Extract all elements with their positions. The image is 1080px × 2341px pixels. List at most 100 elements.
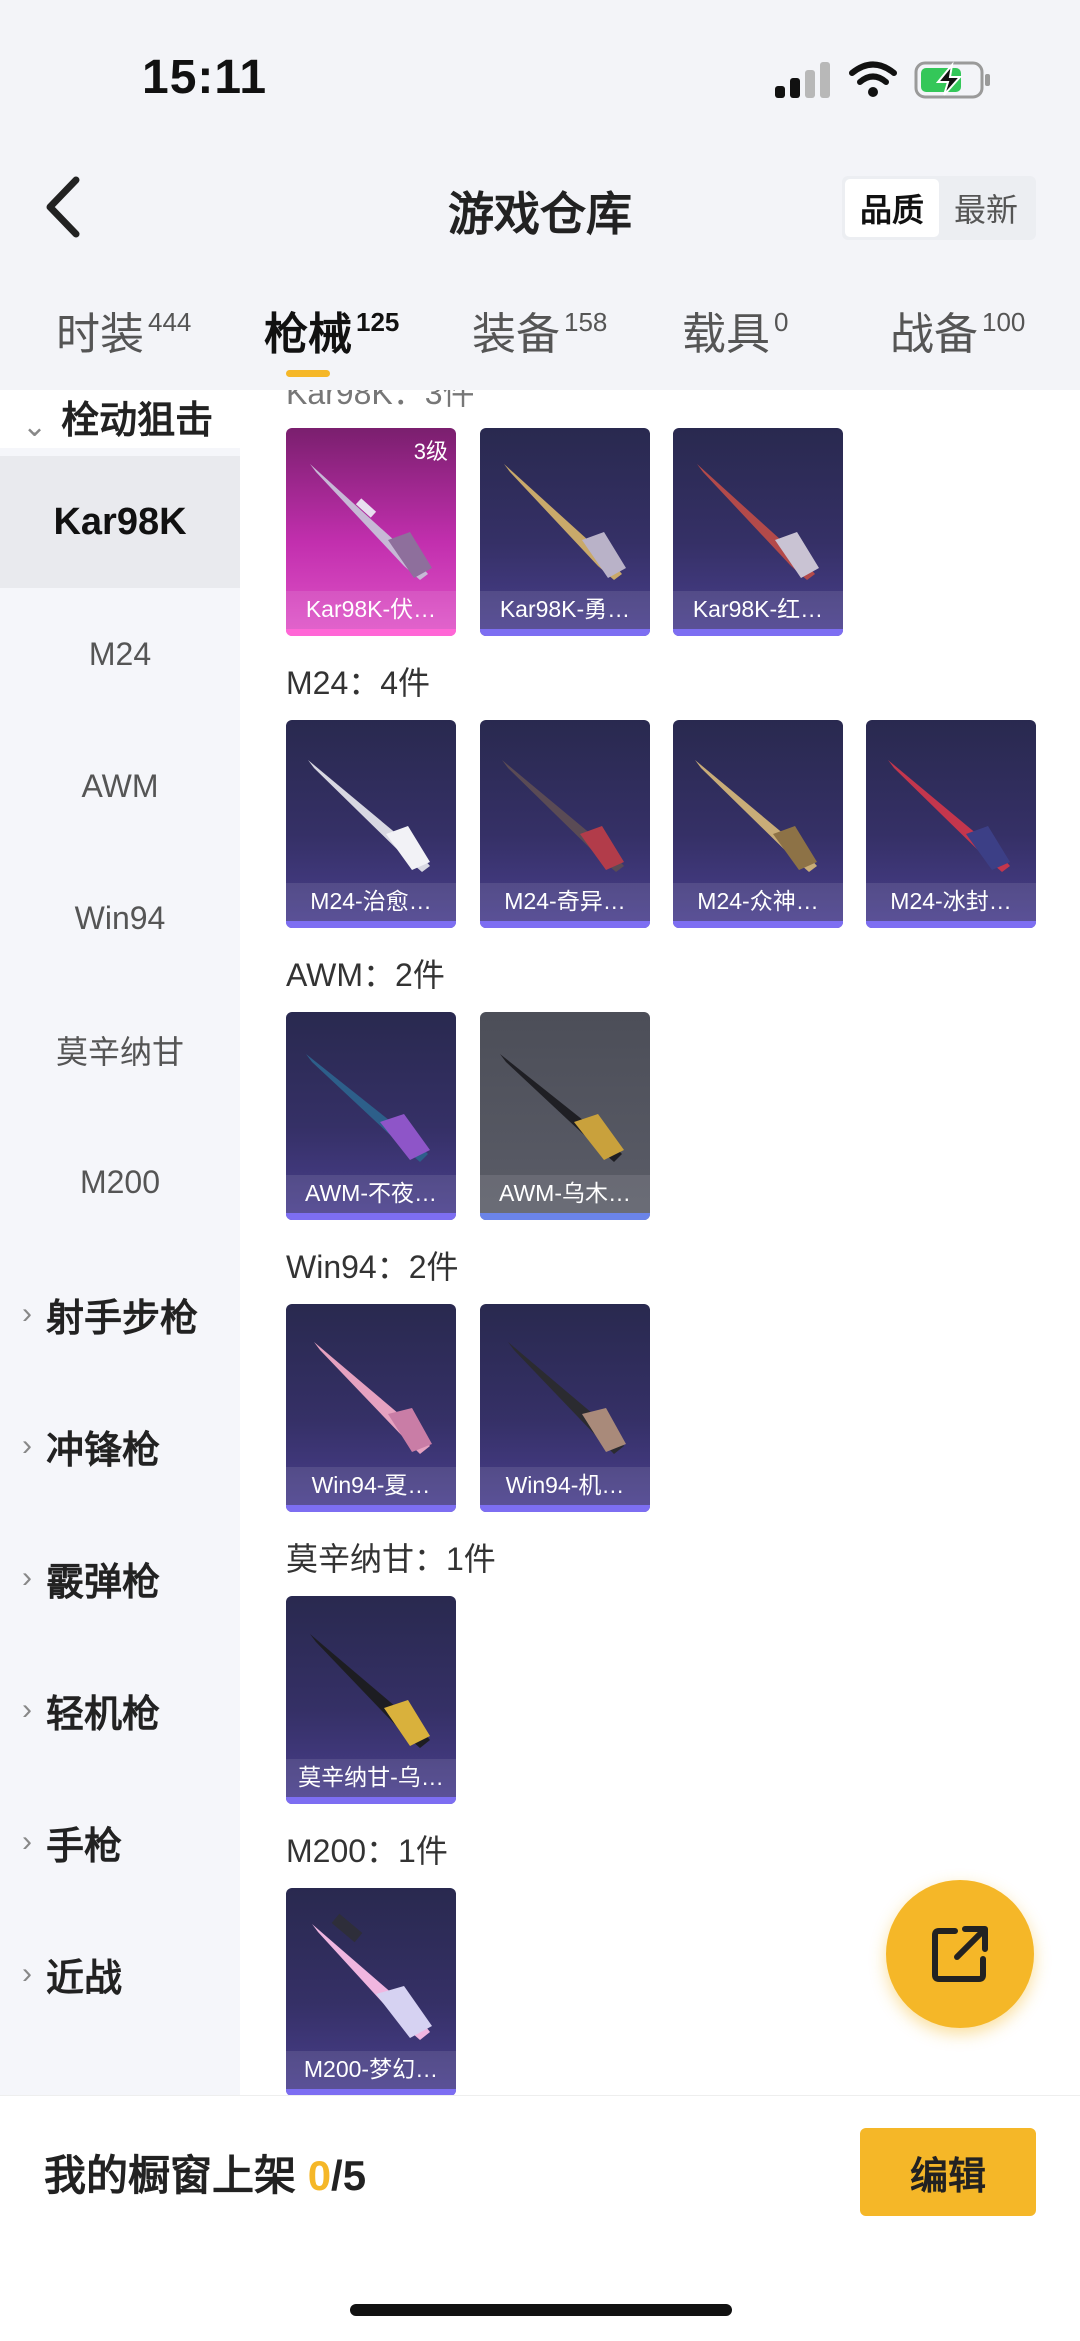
sort-quality-button[interactable]: 品质 xyxy=(845,179,939,237)
share-external-icon xyxy=(932,1926,988,1982)
tab-count: 158 xyxy=(564,307,608,337)
cellular-signal-icon xyxy=(775,62,831,98)
chevron-right-icon: › xyxy=(22,1825,32,1858)
sort-toggle: 品质 最新 xyxy=(842,176,1036,240)
weapon-card[interactable]: M24-冰封… xyxy=(866,720,1036,928)
active-tab-indicator xyxy=(286,370,330,377)
category-tabs: 时装 444 枪械 125 装备 158 载具 0 战备 100 xyxy=(0,280,1080,390)
weapon-card[interactable]: 3级 Kar98K-伏… xyxy=(286,428,456,636)
weapon-level-badge: 3级 xyxy=(413,439,448,464)
rifle-icon xyxy=(500,1054,624,1162)
chevron-right-icon: › xyxy=(22,1297,32,1330)
sidebar-group-label: 轻机枪 xyxy=(46,1693,161,1736)
chevron-right-icon: › xyxy=(22,1693,32,1726)
weapon-name: M24-冰封… xyxy=(890,888,1012,914)
showcase-label: 我的橱窗上架 xyxy=(44,2152,297,2199)
weapon-card[interactable]: Kar98K-勇… xyxy=(480,428,650,636)
weapon-name: Win94-机… xyxy=(505,1472,625,1498)
sidebar-item-mosin[interactable]: 莫辛纳甘 xyxy=(0,984,240,1116)
tab-count: 100 xyxy=(982,307,1026,337)
rifle-icon xyxy=(306,1054,430,1162)
weapon-card[interactable]: AWM-不夜… xyxy=(286,1012,456,1220)
sidebar-group-label: 手枪 xyxy=(46,1825,123,1868)
weapon-name: AWM-不夜… xyxy=(304,1180,437,1206)
sidebar-item-m200[interactable]: M200 xyxy=(0,1116,240,1248)
rifle-icon xyxy=(310,1634,430,1748)
weapon-name: AWM-乌木… xyxy=(498,1180,631,1206)
weapon-sidebar: ⌄ 栓动狙击 Kar98K M24 AWM Win94 莫辛纳甘 M200 › 射手… xyxy=(0,390,240,2095)
weapon-name: Kar98K-红… xyxy=(692,596,824,622)
sidebar-group-label: 冲锋枪 xyxy=(46,1429,161,1472)
sidebar-group-dmr[interactable]: › 射手步枪 xyxy=(0,1248,240,1380)
tab-equipment[interactable]: 装备 158 xyxy=(472,298,607,362)
weapon-name: Kar98K-勇… xyxy=(499,596,631,622)
section-header-kar98k: Kar98K：3件 xyxy=(286,390,475,411)
weapon-name: 莫辛纳甘-乌… xyxy=(298,1764,444,1790)
weapon-name: M24-治愈… xyxy=(310,888,432,914)
weapon-card[interactable]: M24-治愈… xyxy=(286,720,456,928)
section-header-m200: M200：1件 xyxy=(286,1833,448,1869)
wifi-icon xyxy=(849,61,897,97)
home-indicator[interactable] xyxy=(350,2304,732,2316)
showcase-status: 我的橱窗上架 0/5 xyxy=(44,2142,366,2203)
rifle-icon xyxy=(502,760,624,872)
status-time: 15:11 xyxy=(142,51,268,104)
showcase-total: /5 xyxy=(331,2152,367,2199)
sidebar-item-win94[interactable]: Win94 xyxy=(0,852,240,984)
sidebar-group-smg[interactable]: › 冲锋枪 xyxy=(0,1380,240,1512)
tab-label: 枪械 xyxy=(264,310,352,359)
tab-weapons[interactable]: 枪械 125 xyxy=(264,298,399,362)
tab-label: 战备 xyxy=(890,310,978,359)
sidebar-item-awm[interactable]: AWM xyxy=(0,720,240,852)
weapon-card[interactable]: M24-奇异… xyxy=(480,720,650,928)
weapon-card[interactable]: 莫辛纳甘-乌… xyxy=(286,1596,456,1804)
status-bar: 15:11 xyxy=(0,0,1080,150)
section-header-awm: AWM：2件 xyxy=(286,957,445,993)
weapon-card[interactable]: Win94-夏… xyxy=(286,1304,456,1512)
share-button[interactable] xyxy=(886,1880,1034,2028)
showcase-bar: 我的橱窗上架 0/5 编辑 xyxy=(0,2095,1080,2341)
weapon-name: Win94-夏… xyxy=(311,1472,431,1498)
section-header-m24: M24：4件 xyxy=(286,665,431,701)
sidebar-group-melee[interactable]: › 近战 xyxy=(0,1908,240,2040)
sort-newest-button[interactable]: 最新 xyxy=(939,179,1033,237)
nav-bar: 游戏仓库 品质 最新 xyxy=(0,150,1080,270)
rifle-icon xyxy=(697,464,819,580)
rifle-icon xyxy=(308,760,430,872)
rifle-icon xyxy=(314,1342,432,1454)
weapon-card[interactable]: M200-梦幻… xyxy=(286,1888,456,2095)
battery-charging-icon xyxy=(914,61,990,99)
edit-button[interactable]: 编辑 xyxy=(860,2128,1036,2216)
sidebar-group-label: 栓动狙击 xyxy=(61,400,214,442)
tab-supplies[interactable]: 战备 100 xyxy=(890,298,1025,362)
tab-count: 125 xyxy=(356,307,400,337)
chevron-down-icon: ⌄ xyxy=(22,410,48,443)
weapon-card[interactable]: M24-众神… xyxy=(673,720,843,928)
tab-vehicles[interactable]: 载具 0 xyxy=(682,298,788,362)
tab-label: 装备 xyxy=(472,310,560,359)
sidebar-item-kar98k[interactable]: Kar98K xyxy=(0,456,240,588)
weapon-name: M200-梦幻… xyxy=(303,2056,439,2082)
tab-fashion[interactable]: 时装 444 xyxy=(56,298,191,362)
sidebar-item-m24[interactable]: M24 xyxy=(0,588,240,720)
tab-count: 444 xyxy=(148,307,192,337)
tab-label: 时装 xyxy=(56,310,144,359)
sidebar-group-lmg[interactable]: › 轻机枪 xyxy=(0,1644,240,1776)
sidebar-group-pistol[interactable]: › 手枪 xyxy=(0,1776,240,1908)
section-header-win94: Win94：2件 xyxy=(286,1249,459,1285)
sidebar-group-bolt-sniper[interactable]: ⌄ 栓动狙击 xyxy=(0,390,240,448)
rifle-icon xyxy=(888,760,1010,872)
sidebar-group-shotgun[interactable]: › 霰弹枪 xyxy=(0,1512,240,1644)
rifle-icon xyxy=(312,1913,432,2040)
chevron-right-icon: › xyxy=(22,1429,32,1462)
weapon-card[interactable]: Win94-机… xyxy=(480,1304,650,1512)
chevron-right-icon: › xyxy=(22,1957,32,1990)
weapon-name: M24-奇异… xyxy=(504,888,626,914)
weapon-card[interactable]: AWM-乌木… xyxy=(480,1012,650,1220)
weapon-name: Kar98K-伏… xyxy=(305,596,437,622)
sidebar-group-label: 霰弹枪 xyxy=(46,1561,161,1604)
weapon-card[interactable]: Kar98K-红… xyxy=(673,428,843,636)
section-header-mosin: 莫辛纳甘：1件 xyxy=(286,1541,496,1577)
tab-count: 0 xyxy=(774,307,789,337)
rifle-icon xyxy=(504,464,626,580)
